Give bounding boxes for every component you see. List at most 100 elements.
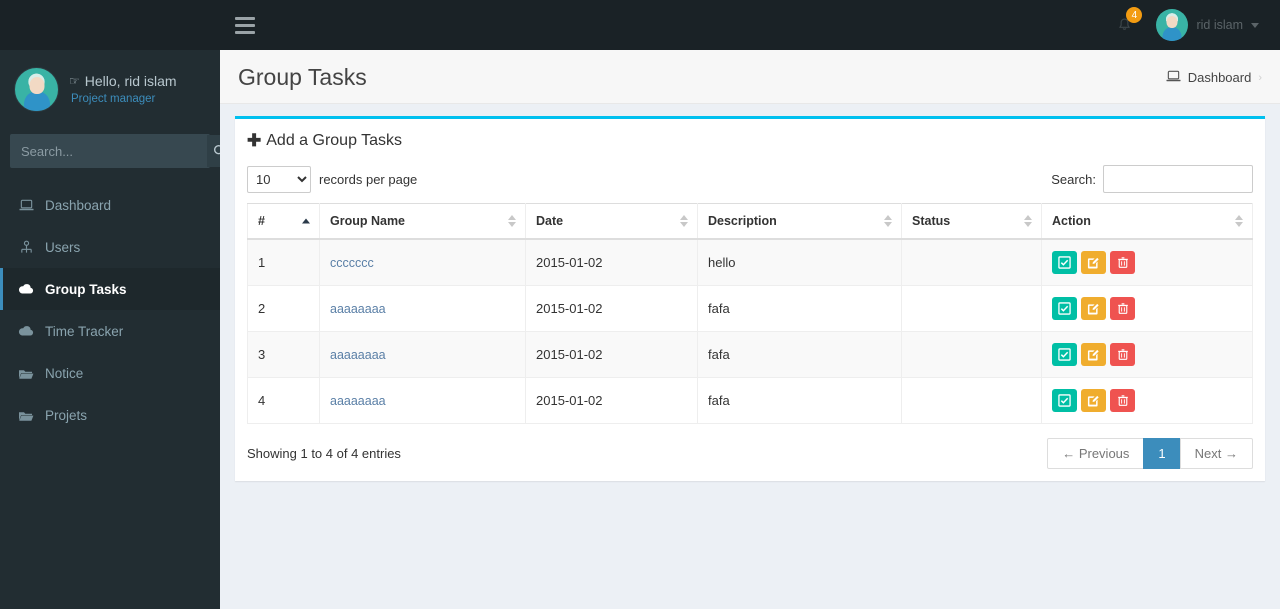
group-name-link[interactable]: aaaaaaaa <box>330 394 386 408</box>
cell-action <box>1041 331 1253 378</box>
plus-icon: ✚ <box>247 131 262 150</box>
add-group-task-button[interactable]: ✚ Add a Group Tasks <box>247 131 402 151</box>
view-button[interactable] <box>1052 389 1077 412</box>
sidebar-item-label: Users <box>45 239 81 255</box>
cell-status <box>901 331 1042 378</box>
hamburger-icon[interactable] <box>220 0 270 50</box>
chevron-down-icon <box>1251 22 1259 28</box>
folder-open-icon <box>17 409 35 422</box>
table-row: 1 ccccccc 2015-01-02 hello <box>247 239 1253 286</box>
records-per-page-label: records per page <box>319 171 418 187</box>
folder-open-icon <box>17 367 35 380</box>
sidebar-item-group-tasks[interactable]: Group Tasks <box>0 268 220 310</box>
sidebar-item-notice[interactable]: Notice <box>0 352 220 394</box>
check-square-icon <box>1058 256 1071 269</box>
action-buttons <box>1052 297 1242 320</box>
table-row: 2 aaaaaaaa 2015-01-02 fafa <box>247 285 1253 332</box>
user-menu-button[interactable]: rid islam <box>1150 0 1265 50</box>
delete-button[interactable] <box>1110 343 1135 366</box>
table-header-row: # Group Name Date Description Status Act… <box>247 203 1253 240</box>
sidebar-user-panel: ☞ Hello, rid islam Project manager <box>0 50 220 130</box>
table-search-input[interactable] <box>1103 165 1253 193</box>
top-navbar: 4 rid islam <box>220 0 1280 50</box>
sidebar-greeting: ☞ Hello, rid islam <box>69 73 177 89</box>
sidebar-item-label: Time Tracker <box>45 323 124 339</box>
table-filter: Search: <box>1051 165 1253 193</box>
action-buttons <box>1052 343 1242 366</box>
cell-status <box>901 285 1042 332</box>
view-button[interactable] <box>1052 297 1077 320</box>
cell-num: 2 <box>247 285 320 332</box>
breadcrumb-item-dashboard[interactable]: Dashboard <box>1188 70 1252 85</box>
cloud-icon <box>17 283 35 295</box>
edit-button[interactable] <box>1081 297 1106 320</box>
user-menu-name: rid islam <box>1196 18 1243 32</box>
laptop-icon <box>1166 70 1181 86</box>
records-per-page-select[interactable]: 102550100 <box>247 165 311 193</box>
col-header-date[interactable]: Date <box>525 203 698 240</box>
laptop-icon <box>17 199 35 212</box>
navbar-right: 4 rid islam <box>1104 0 1265 50</box>
sidebar-item-dashboard[interactable]: Dashboard <box>0 184 220 226</box>
search-input[interactable] <box>11 135 207 167</box>
col-header-description[interactable]: Description <box>697 203 902 240</box>
col-label: # <box>258 214 265 228</box>
sidebar-item-label: Projets <box>45 407 88 423</box>
sort-indicator <box>884 215 892 227</box>
pagination-previous[interactable]: ← Previous <box>1047 438 1145 469</box>
sidebar-nav: Dashboard Users Group Tasks Time Tracker <box>0 180 220 436</box>
action-buttons <box>1052 251 1242 274</box>
sidebar-item-users[interactable]: Users <box>0 226 220 268</box>
length-control: 102550100 records per page <box>247 165 418 193</box>
delete-button[interactable] <box>1110 251 1135 274</box>
sidebar-item-label: Dashboard <box>45 197 112 213</box>
cell-group-name: ccccccc <box>319 239 526 286</box>
cell-description: fafa <box>697 285 902 332</box>
sort-indicator <box>1024 215 1032 227</box>
cell-group-name: aaaaaaaa <box>319 285 526 332</box>
pencil-square-icon <box>1087 303 1099 315</box>
trash-icon <box>1117 303 1128 314</box>
hand-point-icon: ☞ <box>69 74 80 88</box>
col-header-group-name[interactable]: Group Name <box>319 203 526 240</box>
edit-button[interactable] <box>1081 251 1106 274</box>
col-label: Description <box>708 214 777 228</box>
edit-button[interactable] <box>1081 343 1106 366</box>
cell-num: 1 <box>247 239 320 286</box>
view-button[interactable] <box>1052 251 1077 274</box>
delete-button[interactable] <box>1110 297 1135 320</box>
group-name-link[interactable]: aaaaaaaa <box>330 348 386 362</box>
group-name-link[interactable]: ccccccc <box>330 256 374 270</box>
panel-body: 102550100 records per page Search: <box>235 157 1265 481</box>
pagination-next[interactable]: Next → <box>1179 438 1253 469</box>
users-icon <box>17 240 35 254</box>
cell-date: 2015-01-02 <box>525 331 698 378</box>
sidebar-item-time-tracker[interactable]: Time Tracker <box>0 310 220 352</box>
col-header-status[interactable]: Status <box>901 203 1042 240</box>
notifications-button[interactable]: 4 <box>1104 0 1144 50</box>
cloud-icon <box>17 325 35 337</box>
sort-indicator <box>680 215 688 227</box>
check-square-icon <box>1058 348 1071 361</box>
page-title: Group Tasks <box>238 64 367 90</box>
view-button[interactable] <box>1052 343 1077 366</box>
group-name-link[interactable]: aaaaaaaa <box>330 302 386 316</box>
cell-group-name: aaaaaaaa <box>319 331 526 378</box>
delete-button[interactable] <box>1110 389 1135 412</box>
col-header-action[interactable]: Action <box>1041 203 1253 240</box>
edit-button[interactable] <box>1081 389 1106 412</box>
group-tasks-table: # Group Name Date Description Status Act… <box>247 203 1253 424</box>
table-filter-label: Search: <box>1051 171 1096 187</box>
sidebar-search <box>10 134 233 168</box>
cell-description: fafa <box>697 331 902 378</box>
sidebar-item-projets[interactable]: Projets <box>0 394 220 436</box>
col-label: Date <box>536 214 564 228</box>
group-tasks-panel: ✚ Add a Group Tasks 102550100 records pe… <box>235 116 1265 481</box>
panel-header: ✚ Add a Group Tasks <box>235 119 1265 157</box>
col-label: Action <box>1052 214 1091 228</box>
col-header-num[interactable]: # <box>247 203 320 240</box>
cell-description: hello <box>697 239 902 286</box>
pagination-page-1[interactable]: 1 <box>1143 438 1181 469</box>
cell-num: 4 <box>247 377 320 424</box>
cell-description: fafa <box>697 377 902 424</box>
